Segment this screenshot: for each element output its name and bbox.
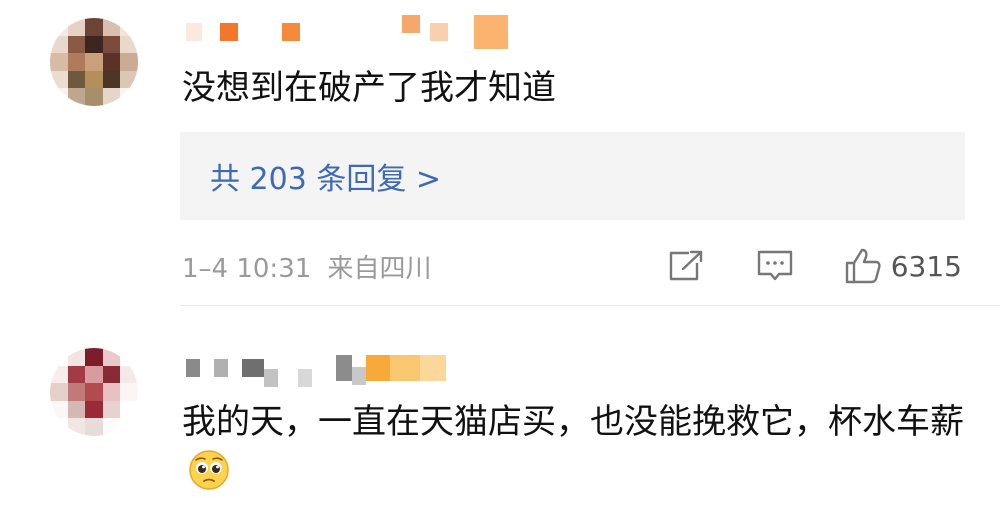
comment-actions: 6315 (667, 246, 962, 286)
comment-icon (757, 250, 792, 281)
comment-text-content: 我的天，一直在天猫店买，也没能挽救它，杯水车薪 (182, 402, 964, 442)
comment-item: 我的天，一直在天猫店买，也没能挽救它，杯水车薪 (0, 312, 1000, 524)
share-icon (669, 250, 702, 281)
like-button[interactable]: 6315 (843, 247, 962, 285)
comment-meta: 1–4 10:31 来自四川 (182, 248, 432, 285)
share-button[interactable] (667, 249, 705, 283)
comment-text: 没想到在破产了我才知道 (182, 68, 556, 108)
location: 来自四川 (327, 254, 432, 284)
reply-button[interactable] (755, 248, 795, 284)
timestamp: 1–4 10:31 (182, 254, 312, 284)
view-replies-link[interactable]: 共 203 条回复 > (180, 132, 965, 220)
comment-item: 没想到在破产了我才知道 共 203 条回复 > 1–4 10:31 来自四川 6… (0, 0, 1000, 306)
divider (180, 305, 1000, 306)
username-pixelated[interactable] (186, 15, 508, 49)
like-count: 6315 (890, 249, 962, 283)
pleading-face-emoji (189, 450, 229, 490)
comment-text: 我的天，一直在天猫店买，也没能挽救它，杯水车薪 (182, 396, 982, 500)
avatar[interactable] (50, 18, 138, 106)
avatar[interactable] (50, 348, 138, 436)
thumbs-up-icon (845, 248, 881, 284)
username-pixelated[interactable] (186, 354, 446, 387)
